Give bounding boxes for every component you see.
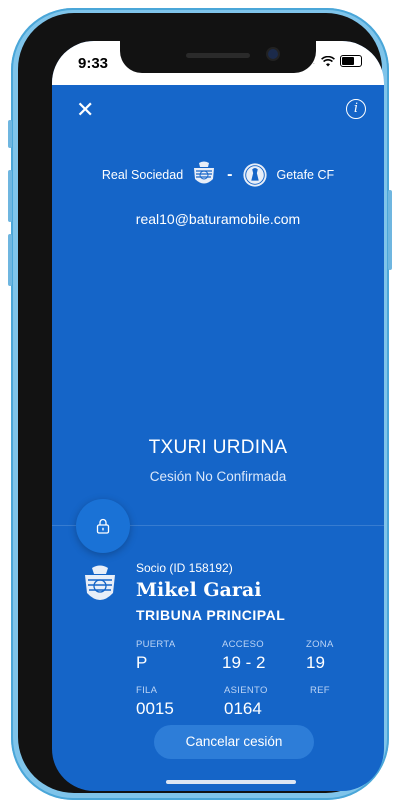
app-screen: 9:33 .... ✕ i Real Sociedad: [52, 41, 384, 791]
stand-name: TRIBUNA PRINCIPAL: [136, 607, 286, 623]
getafe-crest-icon: [243, 163, 268, 187]
notch: [120, 41, 316, 73]
ref-label: REF: [310, 685, 330, 696]
camera-icon: [268, 49, 278, 59]
power-button: [388, 190, 392, 270]
status-time: 9:33: [78, 55, 109, 72]
holder-name: Mikel Garai: [136, 579, 262, 601]
speaker-grille: [186, 53, 250, 58]
cancel-transfer-button[interactable]: Cancelar cesión: [154, 725, 314, 759]
asiento-value: 0164: [224, 699, 262, 718]
acceso-label: ACCESO: [222, 639, 264, 650]
ticket-title: TXURI URDINA: [148, 437, 288, 458]
info-button[interactable]: i: [346, 99, 366, 119]
away-team-name: Getafe CF: [276, 168, 335, 182]
match-separator: -: [227, 166, 233, 183]
lock-icon: [96, 518, 110, 534]
real-sociedad-crest-icon: [194, 161, 215, 184]
club-crest-icon: [85, 565, 115, 600]
acceso-value: 19 - 2: [222, 653, 266, 672]
account-email: real10@baturamobile.com: [135, 211, 301, 227]
puerta-label: PUERTA: [136, 639, 176, 650]
puerta-value: P: [136, 653, 148, 672]
home-indicator[interactable]: [166, 780, 296, 784]
home-team-name: Real Sociedad: [101, 168, 184, 182]
battery-icon: [340, 55, 362, 67]
match-header: Real Sociedad - Getafe CF: [52, 161, 384, 189]
volume-down-button: [8, 234, 12, 286]
fila-label: FILA: [136, 685, 158, 696]
zona-label: ZONA: [306, 639, 334, 650]
close-button[interactable]: ✕: [76, 99, 94, 121]
lock-button[interactable]: [76, 499, 130, 553]
asiento-label: ASIENTO: [224, 685, 268, 696]
fila-value: 0015: [136, 699, 174, 718]
wifi-icon: [321, 55, 335, 66]
phone-bezel: 9:33 .... ✕ i Real Sociedad: [18, 13, 384, 793]
zona-value: 19: [306, 653, 325, 672]
mute-switch: [8, 120, 12, 148]
volume-up-button: [8, 170, 12, 222]
ticket-status: Cesión No Confirmada: [149, 469, 287, 484]
socio-id: Socio (ID 158192): [136, 561, 233, 575]
